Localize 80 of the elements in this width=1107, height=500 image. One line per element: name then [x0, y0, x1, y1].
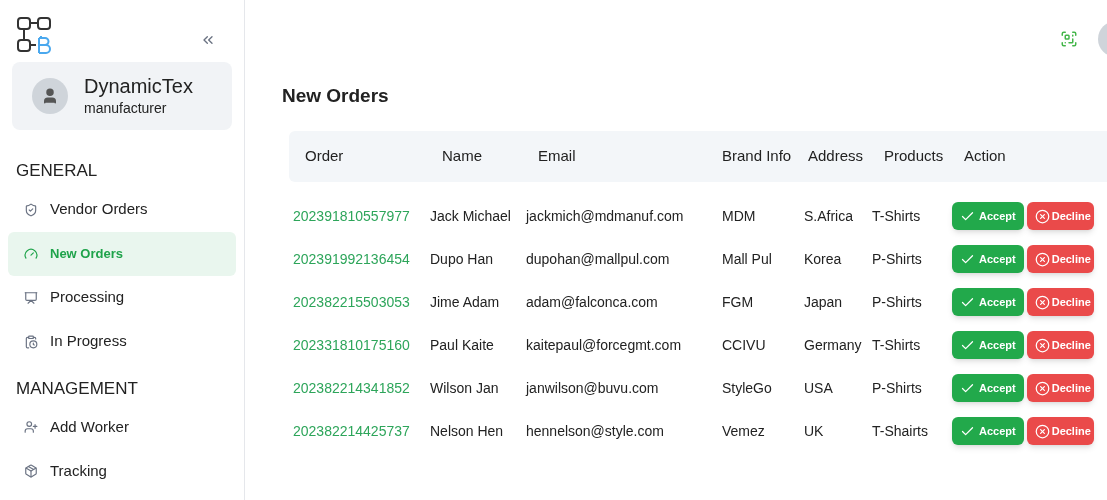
- close-circle-icon: [1034, 208, 1050, 224]
- page-title: New Orders: [282, 84, 389, 108]
- sidebar-item[interactable]: Processing: [8, 275, 236, 320]
- table-cell-text: Korea: [803, 249, 842, 269]
- gauge-icon: [24, 246, 38, 261]
- accept-button[interactable]: Accept: [952, 288, 1024, 316]
- order-link[interactable]: 202391992136454: [293, 248, 410, 270]
- table-cell-text: P-Shirts: [872, 292, 922, 312]
- accept-button[interactable]: Accept: [952, 417, 1024, 445]
- table-cell-text: jackmich@mdmanuf.com: [526, 206, 684, 226]
- column-header: Address: [808, 145, 864, 166]
- sidebar-item[interactable]: Tracking: [8, 449, 236, 493]
- table-cell-text: dupohan@mallpul.com: [526, 249, 670, 269]
- table-cell-text: UK: [803, 421, 824, 441]
- table-cell-text: janwilson@buvu.com: [526, 378, 659, 398]
- user-plus-icon: [24, 420, 38, 434]
- decline-button[interactable]: Decline: [1026, 417, 1094, 445]
- table-cell-text: P-Shirts: [872, 249, 922, 269]
- table-cell-text: kaitepaul@forcegmt.com: [526, 335, 682, 355]
- sidebar-item[interactable]: In Progress: [8, 319, 236, 364]
- table-cell-text: Dupo Han: [430, 249, 494, 269]
- decline-button[interactable]: Decline: [1026, 245, 1094, 273]
- table-cell-text: S.Africa: [803, 206, 853, 226]
- table-cell-text: adam@falconca.com: [526, 292, 658, 312]
- accept-button[interactable]: Accept: [952, 331, 1024, 359]
- section-heading: GENERAL: [15, 160, 99, 182]
- close-circle-icon: [1034, 380, 1050, 396]
- table-cell-text: MDM: [721, 206, 756, 226]
- table-cell-text: Paul Kaite: [430, 335, 494, 355]
- package-icon: [24, 464, 38, 478]
- decline-button[interactable]: Decline: [1026, 288, 1094, 316]
- clipboard-clock-icon: [24, 334, 38, 349]
- table-cell-text: P-Shirts: [872, 378, 922, 398]
- table-cell-text: StyleGo: [721, 378, 772, 398]
- close-circle-icon: [1034, 423, 1050, 439]
- table-cell-text: T-Shairts: [872, 421, 928, 441]
- profile-name: DynamicTex: [84, 73, 193, 98]
- close-circle-icon: [1034, 337, 1050, 353]
- decline-button[interactable]: Decline: [1026, 374, 1094, 402]
- table-cell-text: T-Shirts: [872, 206, 921, 226]
- order-link[interactable]: 202331810175160: [293, 334, 410, 356]
- presentation-icon: [24, 290, 38, 305]
- avatar-icon: [32, 78, 68, 114]
- profile-role: manufacturer: [84, 98, 168, 118]
- column-header: Brand Info: [722, 145, 792, 166]
- sidebar-item[interactable]: Add Worker: [8, 405, 236, 449]
- shield-icon: [24, 202, 38, 217]
- accept-button[interactable]: Accept: [952, 245, 1024, 273]
- table-cell-text: Vemez: [721, 421, 765, 441]
- column-header: Action: [964, 145, 1006, 166]
- close-circle-icon: [1034, 251, 1050, 267]
- column-header: Order: [305, 145, 344, 166]
- column-header: Products: [884, 145, 944, 166]
- table-cell-text: T-Shirts: [872, 335, 921, 355]
- accept-button[interactable]: Accept: [952, 202, 1024, 230]
- column-header: Email: [538, 145, 576, 166]
- table-cell-text: Jime Adam: [430, 292, 500, 312]
- table-cell-text: Nelson Hen: [430, 421, 504, 441]
- table-cell-text: FGM: [721, 292, 754, 312]
- table-cell-text: Wilson Jan: [430, 378, 499, 398]
- sidebar-item[interactable]: New Orders: [8, 231, 236, 276]
- qr-scan-icon[interactable]: [1060, 30, 1078, 48]
- decline-button[interactable]: Decline: [1026, 202, 1094, 230]
- table-cell-text: USA: [803, 378, 833, 398]
- close-circle-icon: [1034, 294, 1050, 310]
- table-cell-text: CCIVU: [721, 335, 766, 355]
- order-link[interactable]: 202391810557977: [293, 205, 410, 227]
- table-cell-text: Jack Michael: [430, 206, 511, 226]
- table-cell-text: Japan: [803, 292, 843, 312]
- order-link[interactable]: 202382214341852: [293, 377, 410, 399]
- order-link[interactable]: 202382215503053: [293, 291, 410, 313]
- decline-button[interactable]: Decline: [1026, 331, 1094, 359]
- table-cell-text: hennelson@style.com: [526, 421, 664, 441]
- column-header: Name: [442, 145, 482, 166]
- table-cell-text: Mall Pul: [721, 249, 772, 269]
- section-heading: MANAGEMENT: [15, 377, 139, 400]
- accept-button[interactable]: Accept: [952, 374, 1024, 402]
- sidebar-item[interactable]: Vendor Orders: [8, 187, 236, 232]
- table-cell-text: Germany: [803, 335, 862, 355]
- order-link[interactable]: 202382214425737: [293, 420, 410, 442]
